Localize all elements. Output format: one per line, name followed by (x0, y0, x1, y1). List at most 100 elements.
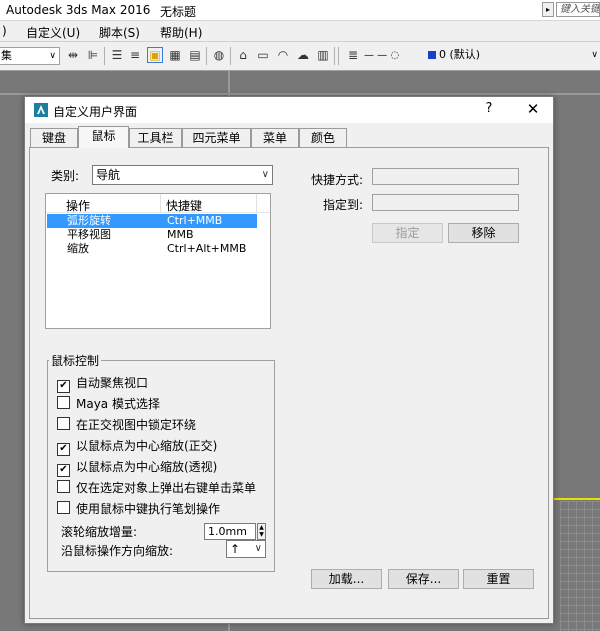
customize-ui-dialog: 自定义用户界面 ? ✕ 键盘 鼠标 工具栏 四元菜单 菜单 颜色 类别: 导航 … (24, 96, 554, 624)
checkbox-label: 在正交视图中锁定环绕 (76, 418, 197, 432)
panel-icon[interactable]: ▥ (316, 48, 330, 62)
action-name: 平移视图 (67, 228, 111, 241)
layer-manager-icon[interactable]: ≣ (346, 48, 360, 62)
checkbox-label: 使用鼠标中键执行笔划操作 (76, 502, 221, 516)
checkbox-label: 仅在选定对象上弹出右键单击菜单 (76, 481, 257, 495)
tab-colors[interactable]: 颜色 (299, 128, 347, 147)
layer-color-swatch (428, 51, 436, 59)
column-header-shortcut[interactable]: 快捷键 (166, 197, 202, 214)
list-item[interactable]: 弧形旋转 Ctrl+MMB (47, 214, 257, 228)
list-item[interactable]: 缩放 Ctrl+Alt+MMB (47, 242, 257, 256)
category-select[interactable]: 导航 ∨ (92, 165, 273, 185)
viewport-border (0, 93, 600, 95)
zoom-direction-value: ↑ (230, 542, 241, 556)
checkbox-label: 以鼠标点为中心缩放(透视) (76, 460, 218, 474)
assigned-to-label: 指定到: (323, 198, 364, 212)
menu-bar: ) 自定义(U) 脚本(S) 帮助(H) (0, 21, 600, 42)
tab-keyboard[interactable]: 键盘 (30, 128, 78, 147)
chevron-down-icon: ∨ (591, 50, 598, 60)
layer-hide-icon: — — ◌ (364, 50, 400, 61)
selection-set-combo[interactable]: 集 ∨ (0, 47, 60, 65)
rendered-frame-icon[interactable]: ▭ (256, 48, 270, 62)
layer-icon[interactable]: ≡ (128, 48, 142, 62)
menu-item-script[interactable]: 脚本(S) (99, 24, 140, 41)
wheel-zoom-label: 滚轮缩放增量: (61, 525, 138, 539)
chevron-down-icon: ∨ (261, 169, 269, 180)
action-shortcut: Ctrl+Alt+MMB (167, 242, 247, 255)
checkbox-box (57, 417, 70, 430)
mirror-icon[interactable]: ⇹ (66, 48, 80, 62)
action-name: 弧形旋转 (67, 214, 111, 227)
reset-button[interactable]: 重置 (463, 569, 534, 589)
curve-editor-icon[interactable]: ▦ (168, 48, 182, 62)
action-shortcut: Ctrl+MMB (167, 214, 223, 227)
tab-toolbars[interactable]: 工具栏 (129, 128, 182, 147)
search-dropdown-icon[interactable]: ▸ (542, 2, 554, 17)
action-name: 缩放 (67, 242, 89, 255)
column-header-action[interactable]: 操作 (66, 197, 90, 214)
checkbox-box (57, 480, 70, 493)
document-title: 无标题 (160, 5, 197, 19)
help-button[interactable]: ? (479, 101, 499, 116)
tab-mouse[interactable]: 鼠标 (78, 126, 129, 148)
zoom-about-mouse-persp-checkbox[interactable]: ✔ 以鼠标点为中心缩放(透视) (57, 459, 218, 477)
search-input[interactable]: 键入关键 (556, 2, 600, 17)
assigned-to-field[interactable] (372, 194, 519, 211)
viewport-grid (560, 501, 600, 631)
save-button[interactable]: 保存... (388, 569, 459, 589)
shortcut-field[interactable] (372, 168, 519, 185)
column-divider[interactable] (256, 194, 257, 212)
zoom-direction-select[interactable]: ↑ ∨ (226, 540, 266, 558)
wheel-zoom-spinner-icon[interactable]: ▲ ▼ (257, 523, 266, 540)
list-item[interactable]: 平移视图 MMB (47, 228, 257, 242)
checkbox-box (57, 501, 70, 514)
app-titlebar: Autodesk 3ds Max 2016 无标题 ▸ 键入关键 (0, 0, 600, 21)
schematic-view-icon[interactable]: ▤ (188, 48, 202, 62)
auto-focus-viewport-checkbox[interactable]: ✔ 自动聚焦视口 (57, 375, 149, 393)
maya-selection-checkbox[interactable]: Maya 模式选择 (57, 396, 160, 412)
checkbox-box: ✔ (57, 464, 70, 477)
layer-name: 0 (默认) (439, 48, 481, 61)
checkbox-box (57, 396, 70, 409)
active-viewport-border (552, 498, 600, 500)
toolbar-divider (206, 47, 207, 65)
wheel-zoom-input[interactable]: 1.0mm (204, 523, 256, 540)
render-online-icon[interactable]: ☁ (296, 48, 310, 62)
layer-combo[interactable]: — — ◌ 0 (默认) ∨ (364, 47, 600, 65)
menu-item-partial[interactable]: ) (2, 24, 7, 38)
app-title: Autodesk 3ds Max 2016 (6, 3, 151, 17)
render-setup-icon[interactable]: ⌂ (236, 48, 250, 62)
mouse-tab-panel: 类别: 导航 ∨ 操作 快捷键 弧形旋转 Ctrl+MMB 平移视图 MMB 缩… (29, 147, 549, 619)
category-value: 导航 (96, 168, 121, 182)
load-button[interactable]: 加载... (311, 569, 382, 589)
ortho-orbit-lock-checkbox[interactable]: 在正交视图中锁定环绕 (57, 417, 196, 433)
toolbar-divider (230, 47, 231, 65)
toolbar-divider (338, 47, 339, 65)
tab-quad-menus[interactable]: 四元菜单 (182, 128, 251, 147)
menu-item-customize[interactable]: 自定义(U) (26, 24, 80, 41)
dialog-titlebar: 自定义用户界面 ? ✕ (25, 97, 553, 123)
toolbar-divider (334, 47, 335, 65)
material-editor-icon[interactable]: ◍ (212, 48, 226, 62)
layer-explorer-icon[interactable]: ☰ (110, 48, 124, 62)
middle-button-strokes-checkbox[interactable]: 使用鼠标中键执行笔划操作 (57, 501, 220, 517)
render-production-icon[interactable]: ◠ (276, 48, 290, 62)
graphite-tools-icon[interactable]: ▣ (147, 47, 163, 63)
chevron-down-icon: ∨ (49, 51, 56, 61)
toolbar-divider (104, 47, 105, 65)
shortcut-label: 快捷方式: (311, 173, 364, 187)
list-header: 操作 快捷键 (46, 194, 270, 213)
remove-button[interactable]: 移除 (448, 223, 519, 243)
app-logo-icon (34, 103, 48, 117)
align-icon[interactable]: ⊫ (86, 48, 100, 62)
checkbox-label: 自动聚焦视口 (76, 376, 149, 390)
zoom-about-mouse-ortho-checkbox[interactable]: ✔ 以鼠标点为中心缩放(正交) (57, 438, 217, 456)
selection-set-value: 集 (1, 49, 12, 62)
action-list[interactable]: 操作 快捷键 弧形旋转 Ctrl+MMB 平移视图 MMB 缩放 Ctrl+Al… (45, 193, 271, 329)
column-divider[interactable] (160, 194, 161, 212)
assign-button[interactable]: 指定 (372, 223, 443, 243)
menu-item-help[interactable]: 帮助(H) (160, 24, 202, 41)
tab-menus[interactable]: 菜单 (251, 128, 299, 147)
close-button[interactable]: ✕ (521, 100, 545, 118)
right-click-selected-only-checkbox[interactable]: 仅在选定对象上弹出右键单击菜单 (57, 480, 256, 496)
